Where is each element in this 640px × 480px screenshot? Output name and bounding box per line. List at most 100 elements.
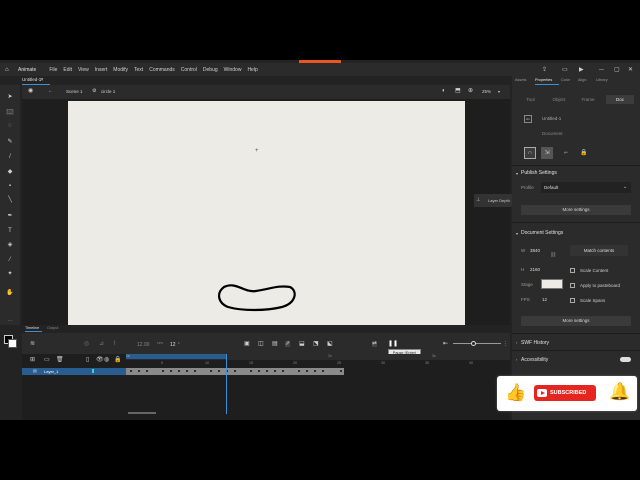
layer-name[interactable]: Layer_1 [44, 369, 58, 374]
loop-icon[interactable]: ⮂ [372, 341, 377, 347]
menu-insert[interactable]: Insert [95, 67, 108, 73]
lock-all-icon[interactable]: 🔒 [114, 357, 121, 363]
frame-ruler[interactable]: 1s 2s 3s [126, 354, 510, 360]
accessibility-title[interactable]: Accessibility [521, 357, 548, 363]
chevron-right-icon[interactable]: › [516, 357, 517, 362]
document-more-settings-button[interactable]: More settings [521, 316, 631, 326]
subtab-tool[interactable]: Tool [517, 95, 544, 104]
frame-display[interactable]: 12 [170, 342, 176, 348]
text-tool-icon[interactable]: T [6, 228, 14, 234]
keyframe-dot[interactable] [266, 370, 268, 372]
classic-tween-icon[interactable]: ⬔ [313, 341, 319, 347]
snap-icon[interactable]: ◐ [442, 88, 446, 94]
tab-output[interactable]: Output [47, 326, 58, 330]
keyframe-dot[interactable] [314, 370, 316, 372]
chevron-down-icon[interactable]: ▾ [516, 231, 518, 236]
subtab-doc[interactable]: Doc [606, 95, 634, 104]
keyframe-dot[interactable] [194, 370, 196, 372]
menu-debug[interactable]: Debug [203, 67, 218, 73]
onion-icon[interactable]: ◎ [84, 341, 89, 347]
hide-icon[interactable]: ◍ [104, 357, 109, 363]
pen-icon[interactable]: ✒ [6, 213, 14, 219]
keyframe-dot[interactable] [186, 370, 188, 372]
keyframe-dot[interactable] [234, 370, 236, 372]
zoom-value[interactable]: 25% [482, 89, 491, 94]
hand-icon[interactable]: ✋ [6, 290, 14, 296]
bell-icon[interactable]: 🔔 [609, 383, 630, 400]
keyframe-icon[interactable]: ◫ [258, 341, 264, 347]
keyframe-dot[interactable] [282, 370, 284, 372]
keyframe-dot[interactable] [298, 370, 300, 372]
share-icon[interactable]: ⇪ [542, 67, 547, 73]
apply-pasteboard-checkbox[interactable] [570, 283, 575, 288]
menu-window[interactable]: Window [224, 67, 242, 73]
subscribed-button[interactable]: SUBSCRIBED [534, 385, 596, 401]
maximize-icon[interactable]: ▢ [614, 67, 620, 73]
fps-field[interactable]: 12 [542, 297, 547, 302]
play-icon[interactable]: ▶ [579, 67, 584, 73]
more-tools-icon[interactable]: ··· [6, 318, 14, 324]
height-field[interactable]: 2160 [530, 267, 540, 272]
visibility-icon[interactable]: 👁 [96, 357, 104, 363]
keyframe-dot[interactable] [138, 370, 140, 372]
motion-tween-icon[interactable]: ⇗ [285, 341, 291, 347]
close-tab-icon[interactable]: ✕ [40, 77, 44, 83]
bone-icon[interactable]: ✦ [6, 271, 14, 277]
menu-modify[interactable]: Modify [113, 67, 128, 73]
corner-icon[interactable]: ⌐ [560, 147, 572, 159]
close-icon[interactable]: ✕ [628, 67, 633, 73]
pencil-icon[interactable]: ✎ [6, 139, 14, 145]
fit-icon[interactable]: ⇤ [443, 341, 448, 347]
keyframe-dot[interactable] [258, 370, 260, 372]
selection-tool-icon[interactable]: ➤ [6, 94, 14, 100]
chevron-down-icon[interactable]: ▾ [516, 171, 518, 176]
more-options-icon[interactable]: ⋮ [503, 341, 508, 347]
profile-select[interactable]: Default ⌄ [541, 182, 631, 193]
menu-edit[interactable]: Edit [63, 67, 72, 73]
new-layer-icon[interactable]: ⊞ [30, 357, 35, 363]
subtab-object[interactable]: Object [545, 95, 573, 104]
keyframe-dot[interactable] [306, 370, 308, 372]
keyframe-dot[interactable] [146, 370, 148, 372]
paint-bucket-icon[interactable]: ◈ [6, 242, 14, 248]
menu-commands[interactable]: Commands [149, 67, 175, 73]
keyframe-dot[interactable] [218, 370, 220, 372]
match-contents-button[interactable]: Match contents [570, 245, 628, 256]
clip-icon[interactable]: ⬒ [455, 88, 461, 94]
menu-view[interactable]: View [78, 67, 89, 73]
keyframe-dot[interactable] [340, 370, 342, 372]
menu-text[interactable]: Text [134, 67, 143, 73]
scale-spans-checkbox[interactable] [570, 298, 575, 303]
fill-color-swatch[interactable] [8, 339, 17, 348]
free-transform-icon[interactable]: ⬚ [6, 109, 14, 115]
back-arrow-icon[interactable]: ← [48, 88, 53, 94]
line-icon[interactable]: ╲ [6, 197, 14, 203]
keyframe-dot[interactable] [210, 370, 212, 372]
minimize-icon[interactable]: — [599, 67, 604, 73]
accessibility-toggle[interactable] [620, 357, 631, 362]
tab-timeline[interactable]: Timeline [25, 326, 39, 330]
eyedropper-icon[interactable]: ⁄ [6, 257, 14, 263]
tab-properties[interactable]: Properties [535, 78, 552, 82]
tab-align[interactable]: Align [578, 78, 586, 82]
document-settings-title[interactable]: Document Settings [521, 230, 563, 236]
screen-icon[interactable]: ▭ [562, 67, 568, 73]
lasso-icon[interactable]: ◌ [6, 123, 14, 129]
publish-more-settings-button[interactable]: More settings [521, 205, 631, 215]
stage-color-swatch[interactable] [541, 279, 563, 289]
scale-icon[interactable]: ⇲ [541, 147, 553, 159]
stage-canvas[interactable]: + [68, 101, 465, 325]
center-stage-icon[interactable]: ⊕ [468, 88, 473, 94]
lock-icon[interactable]: 🔒 [578, 147, 590, 159]
zoom-slider-thumb[interactable] [471, 341, 476, 346]
timeline-scrollbar[interactable] [128, 412, 156, 414]
width-field[interactable]: 3840 [530, 248, 540, 253]
new-folder-icon[interactable]: ▭ [44, 357, 50, 363]
layers-icon[interactable]: ◉ [28, 88, 33, 94]
frame-icon[interactable]: ▣ [244, 341, 250, 347]
keyframe-dot[interactable] [178, 370, 180, 372]
graph-icon[interactable]: ⊿ [99, 341, 104, 347]
brush-icon[interactable]: / [6, 154, 14, 160]
delete-layer-icon[interactable]: 🗑 [56, 357, 64, 363]
ease-icon[interactable]: ⌇ [113, 341, 116, 347]
